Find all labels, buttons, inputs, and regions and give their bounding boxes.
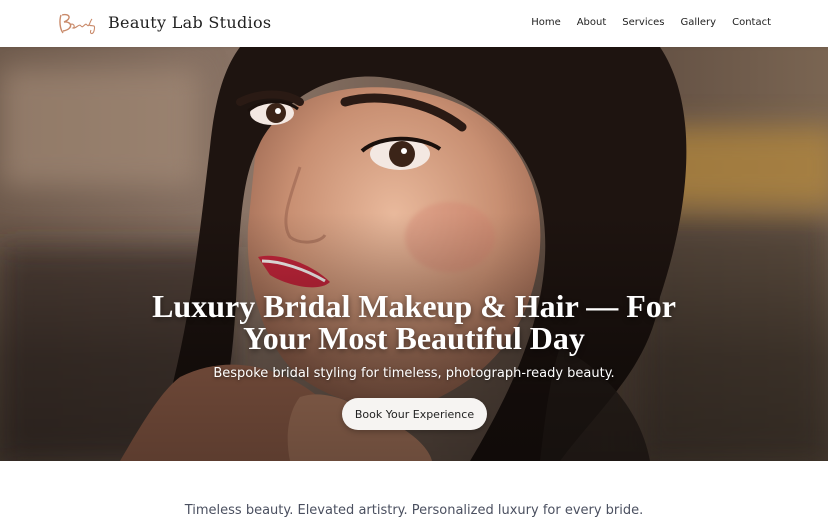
hero-title-line1: Luxury Bridal Makeup & Hair — For <box>152 288 676 324</box>
hero-title: Luxury Bridal Makeup & Hair — For Your M… <box>114 290 714 354</box>
hero-subtitle: Bespoke bridal styling for timeless, pho… <box>213 366 615 381</box>
nav-contact[interactable]: Contact <box>732 16 771 30</box>
main-nav: Home About Services Gallery Contact <box>531 16 771 30</box>
nav-about[interactable]: About <box>577 16 607 30</box>
logo-icon[interactable] <box>56 9 100 37</box>
site-header: Beauty Lab Studios Home About Services G… <box>0 0 828 47</box>
nav-gallery[interactable]: Gallery <box>680 16 716 30</box>
nav-services[interactable]: Services <box>622 16 664 30</box>
book-experience-button[interactable]: Book Your Experience <box>342 398 487 430</box>
hero-title-line2: Your Most Beautiful Day <box>243 320 585 356</box>
nav-home[interactable]: Home <box>531 16 561 30</box>
intro-tagline: Timeless beauty. Elevated artistry. Pers… <box>184 503 644 518</box>
brand-name[interactable]: Beauty Lab Studios <box>108 13 271 32</box>
hero-section: Luxury Bridal Makeup & Hair — For Your M… <box>0 47 828 461</box>
